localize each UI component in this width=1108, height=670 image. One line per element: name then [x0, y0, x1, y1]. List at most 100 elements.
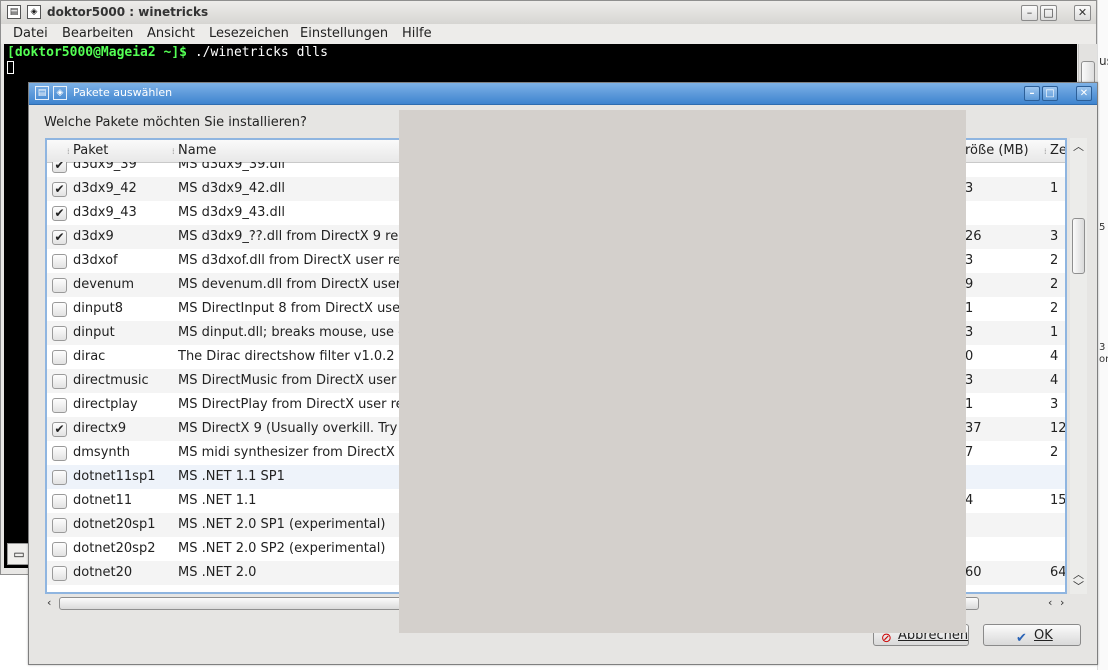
checkmark-icon: ✔: [54, 230, 65, 244]
column-grip-icon[interactable]: ⁞: [67, 147, 70, 156]
column-size[interactable]: röße (MB): [965, 143, 1029, 158]
package-checkbox[interactable]: [52, 518, 67, 533]
maximize-icon[interactable]: □: [1042, 86, 1058, 101]
menu-einstellungen[interactable]: Einstellungen: [300, 26, 388, 41]
ok-button[interactable]: ✔ OK: [983, 624, 1081, 646]
package-checkbox[interactable]: [52, 470, 67, 485]
package-name: MS .NET 2.0 SP1 (experimental): [178, 517, 386, 532]
window-menu-icon[interactable]: ◈: [53, 86, 67, 100]
checkmark-icon: ✔: [54, 162, 65, 172]
package-id: dirac: [73, 349, 106, 364]
package-id: directx9: [73, 421, 127, 436]
vertical-scroll-thumb[interactable]: [1072, 218, 1085, 274]
maximize-icon[interactable]: □: [1040, 5, 1057, 21]
package-id: directmusic: [73, 373, 149, 388]
package-checkbox[interactable]: ✔: [52, 162, 67, 173]
column-grip-icon[interactable]: ⁞: [172, 147, 175, 156]
package-checkbox[interactable]: [52, 566, 67, 581]
package-name: MS DirectX 9 (Usually overkill. Try d3: [178, 421, 418, 436]
menu-lesezeichen[interactable]: Lesezeichen: [209, 26, 289, 41]
package-size: 26: [965, 229, 982, 244]
checkmark-icon: ✔: [54, 422, 65, 436]
terminal-line: [doktor5000@Mageia2 ~]$ ./winetricks dll…: [7, 45, 328, 60]
column-grip-icon[interactable]: ⁞: [1044, 147, 1047, 156]
edge-text: 3: [1099, 342, 1106, 353]
package-id: dotnet20: [73, 565, 133, 580]
package-id: devenum: [73, 277, 135, 292]
dialog-titlebar[interactable]: ▤ ◈ Pakete auswählen – □ ✕: [29, 83, 1097, 105]
column-name[interactable]: Name: [178, 143, 216, 158]
package-id: dotnet20sp1: [73, 517, 156, 532]
menu-ansicht[interactable]: Ansicht: [147, 26, 195, 41]
package-ze: 2: [1050, 253, 1059, 268]
package-ze: 2: [1050, 277, 1059, 292]
package-checkbox[interactable]: [52, 398, 67, 413]
package-name: MS DirectInput 8 from DirectX user: [178, 301, 406, 316]
package-size: 3: [965, 253, 974, 268]
column-paket[interactable]: Paket: [73, 143, 108, 158]
package-checkbox[interactable]: ✔: [52, 422, 67, 437]
minimize-icon[interactable]: –: [1024, 86, 1040, 101]
column-ze[interactable]: Ze: [1050, 143, 1065, 158]
package-name: MS DirectMusic from DirectX user re: [178, 373, 414, 388]
edge-text: or: [1099, 354, 1108, 365]
package-id: d3dx9_39: [73, 162, 137, 172]
package-name: MS midi synthesizer from DirectX us: [178, 445, 414, 460]
scroll-right-icon[interactable]: ›: [1060, 596, 1064, 609]
terminal-cursor: [7, 61, 14, 74]
close-icon[interactable]: ✕: [1074, 5, 1091, 21]
menu-bearbeiten[interactable]: Bearbeiten: [62, 26, 133, 41]
package-id: d3dx9: [73, 229, 114, 244]
package-name: MS .NET 1.1 SP1: [178, 469, 285, 484]
package-ze: 15: [1050, 493, 1065, 508]
dialog-question: Welche Pakete möchten Sie installieren?: [44, 115, 307, 130]
package-checkbox[interactable]: ✔: [52, 182, 67, 197]
package-checkbox[interactable]: [52, 374, 67, 389]
package-checkbox[interactable]: [52, 302, 67, 317]
package-size: 1: [965, 397, 974, 412]
package-id: directplay: [73, 397, 138, 412]
package-checkbox[interactable]: [52, 278, 67, 293]
checkmark-icon: ✔: [54, 182, 65, 196]
package-checkbox[interactable]: [52, 494, 67, 509]
package-checkbox[interactable]: ✔: [52, 206, 67, 221]
package-ze: 1: [1050, 181, 1059, 196]
package-ze: 1: [1050, 325, 1059, 340]
list-vertical-scrollbar[interactable]: ︿ ︿ ﹀: [1070, 138, 1087, 594]
checkmark-icon: ✔: [54, 206, 65, 220]
minimize-icon[interactable]: –: [1021, 5, 1038, 21]
dialog-app-icon[interactable]: ▤: [35, 86, 49, 100]
scroll-left-icon[interactable]: ‹: [47, 596, 51, 609]
package-id: d3dx9_43: [73, 205, 137, 220]
package-ze: 3: [1050, 397, 1059, 412]
package-checkbox[interactable]: [52, 254, 67, 269]
grey-overlay: [399, 110, 966, 633]
close-icon[interactable]: ✕: [1076, 86, 1092, 101]
package-checkbox[interactable]: [52, 542, 67, 557]
terminal-menubar: Datei Bearbeiten Ansicht Lesezeichen Ein…: [1, 24, 1096, 44]
scroll-up-icon[interactable]: ︿: [1073, 138, 1084, 154]
package-ze: 12: [1050, 421, 1065, 436]
menu-hilfe[interactable]: Hilfe: [402, 26, 432, 41]
package-size: 3: [965, 325, 974, 340]
ok-button-label: OK: [1034, 628, 1053, 643]
package-name: MS .NET 1.1: [178, 493, 257, 508]
terminal-titlebar[interactable]: ▤ ◈ doktor5000 : winetricks – □ ✕: [1, 1, 1096, 25]
terminal-icon[interactable]: ▤: [7, 5, 21, 19]
scroll-left-icon[interactable]: ‹: [1048, 596, 1052, 609]
package-name: MS d3dx9_??.dll from DirectX 9 redis: [178, 229, 417, 244]
package-size: 0: [965, 349, 974, 364]
package-ze: 4: [1050, 349, 1059, 364]
package-checkbox[interactable]: ✔: [52, 230, 67, 245]
dialog-title: Pakete auswählen: [73, 86, 173, 99]
package-checkbox[interactable]: [52, 350, 67, 365]
scroll-down-icon[interactable]: ﹀: [1073, 578, 1084, 594]
package-checkbox[interactable]: [52, 446, 67, 461]
window-menu-icon[interactable]: ◈: [27, 5, 41, 19]
package-checkbox[interactable]: [52, 326, 67, 341]
package-name: MS devenum.dll from DirectX user re: [178, 277, 419, 292]
menu-datei[interactable]: Datei: [13, 26, 48, 41]
package-id: d3dxof: [73, 253, 118, 268]
package-name: MS DirectPlay from DirectX user red: [178, 397, 412, 412]
package-ze: 2: [1050, 445, 1059, 460]
